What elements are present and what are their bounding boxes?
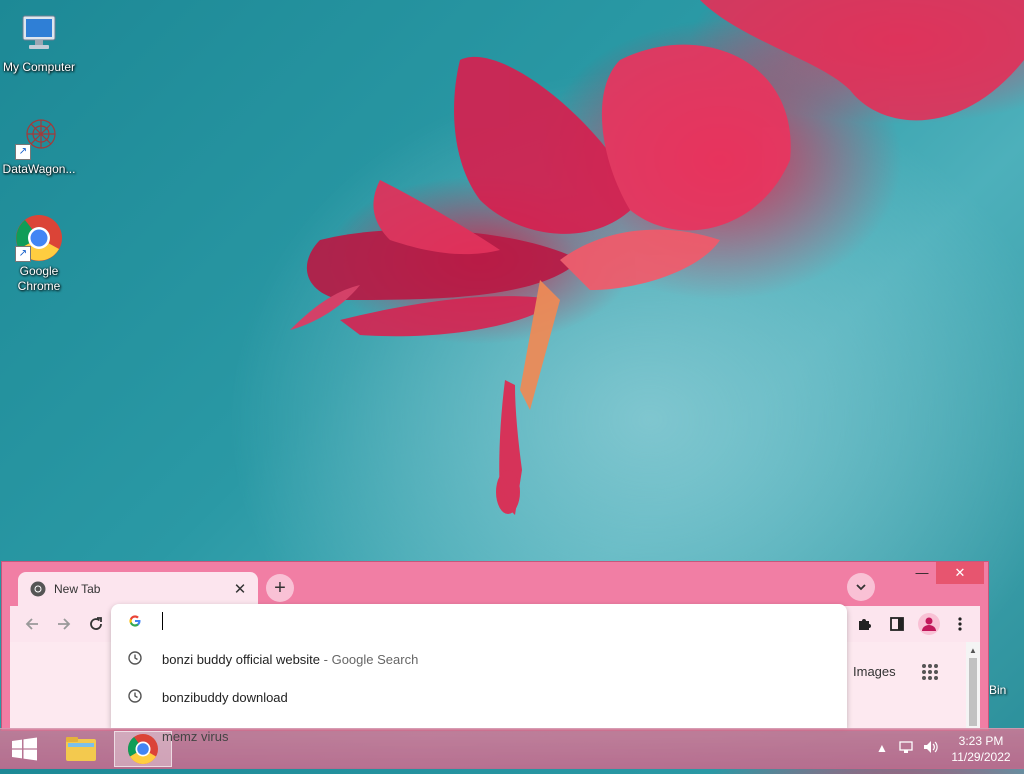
chrome-icon: ↗ <box>15 214 63 262</box>
puzzle-icon <box>859 619 871 630</box>
scrollbar-thumb[interactable] <box>969 658 977 726</box>
side-panel-button[interactable] <box>885 612 909 636</box>
recycle-bin-partial-label[interactable]: Bin <box>989 683 1006 697</box>
behind-suggestion-text: memz virus <box>162 729 229 744</box>
omnibox-suggestion[interactable]: bonzi buddy official website - Google Se… <box>111 640 847 678</box>
desktop-icon-label: My Computer <box>2 60 76 74</box>
omnibox-dropdown: bonzi buddy official website - Google Se… <box>111 604 847 728</box>
new-tab-button[interactable]: + <box>266 574 294 602</box>
chevron-up-icon[interactable]: ▲ <box>876 741 888 755</box>
suggestion-suffix: - Google Search <box>320 652 419 667</box>
arrow-right-icon <box>58 618 71 630</box>
history-clock-icon <box>128 651 142 665</box>
suggestion-text: bonzibuddy download <box>162 690 288 705</box>
tab-title: New Tab <box>54 582 101 596</box>
side-panel-icon <box>890 617 904 631</box>
start-button[interactable] <box>0 729 48 769</box>
windows-logo-icon <box>12 737 37 761</box>
wallpaper-flower <box>290 0 1024 515</box>
tab-search-button[interactable] <box>847 573 875 601</box>
reload-button[interactable] <box>84 612 108 636</box>
apps-grid-icon[interactable] <box>920 662 940 682</box>
datawagon-icon: ↗ <box>15 112 63 160</box>
close-window-button[interactable]: ✕ <box>936 562 984 584</box>
tab-new-tab[interactable]: New Tab ✕ <box>18 572 258 606</box>
minimize-spacer <box>906 562 940 584</box>
scroll-up-icon[interactable]: ▲ <box>969 646 977 655</box>
clock-time: 3:23 PM <box>958 734 1004 748</box>
shortcut-arrow-icon: ↗ <box>15 144 31 160</box>
desktop-icon-label: DataWagon... <box>2 162 76 176</box>
volume-icon[interactable] <box>922 739 940 758</box>
computer-icon <box>15 10 63 58</box>
google-g-icon <box>129 615 141 627</box>
plus-icon: + <box>274 577 286 599</box>
profile-button[interactable] <box>918 613 940 635</box>
shortcut-arrow-icon: ↗ <box>15 246 31 262</box>
taskbar-file-explorer[interactable] <box>52 731 110 767</box>
network-icon[interactable] <box>898 739 914 758</box>
desktop-icon-my-computer[interactable]: My Computer <box>0 10 78 75</box>
chrome-favicon-icon <box>30 581 46 597</box>
desktop-icon-google-chrome[interactable]: ↗ Google Chrome <box>0 214 78 294</box>
forward-button[interactable] <box>52 612 76 636</box>
menu-button[interactable] <box>948 612 972 636</box>
back-button[interactable] <box>20 612 44 636</box>
profile-icon <box>922 617 936 631</box>
omnibox-input-row[interactable] <box>111 604 847 638</box>
close-icon[interactable]: ✕ <box>230 580 250 598</box>
chevron-down-icon <box>856 584 866 591</box>
images-link[interactable]: Images <box>853 664 896 679</box>
reload-icon <box>90 617 102 630</box>
history-clock-icon <box>128 689 142 703</box>
suggestion-text: bonzi buddy official website <box>162 652 321 667</box>
clock-date: 11/29/2022 <box>951 750 1011 764</box>
text-caret <box>162 612 163 630</box>
desktop-icon-datawagon[interactable]: ↗ DataWagon... <box>0 112 78 177</box>
desktop-icon-label: Google Chrome <box>17 264 61 293</box>
arrow-left-icon <box>25 618 38 630</box>
omnibox-suggestion[interactable]: bonzibuddy download <box>111 678 847 716</box>
extensions-button[interactable] <box>853 612 877 636</box>
system-clock[interactable]: 3:23 PM 11/29/2022 <box>946 733 1016 765</box>
taskbar: memz virus ▲ 3:23 PM 11/29/2022 <box>0 728 1024 769</box>
kebab-menu-icon <box>958 617 962 631</box>
folder-icon <box>66 737 96 761</box>
